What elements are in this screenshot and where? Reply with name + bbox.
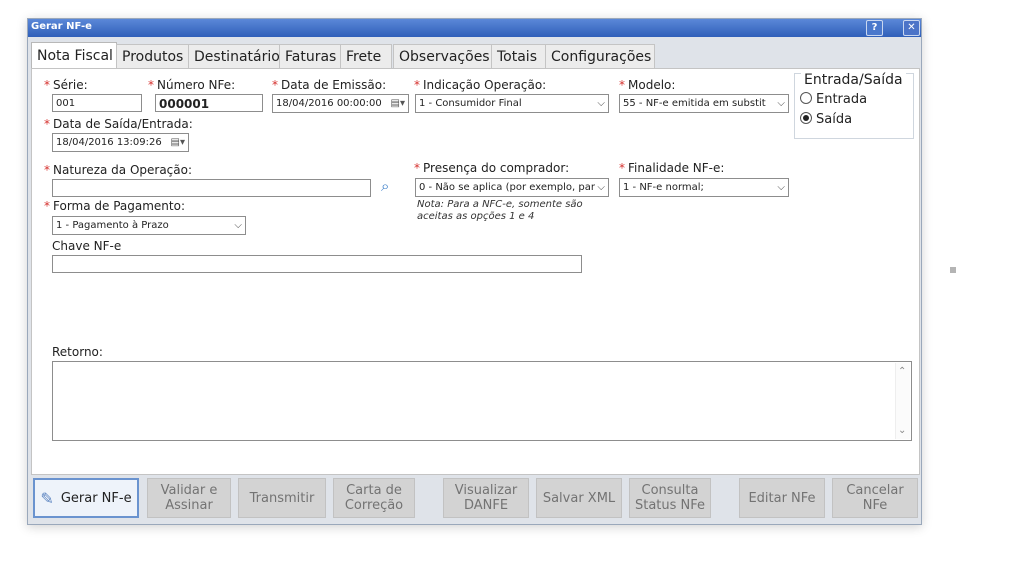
data-saida-value: 18/04/2016 13:09:26 (56, 137, 162, 148)
data-emissao-value: 18/04/2016 00:00:00 (276, 98, 382, 109)
finalidade-select[interactable]: 1 - NF-e normal; ⌵ (619, 178, 789, 197)
tab-observacoes[interactable]: Observações (393, 44, 493, 69)
forma-pagamento-value: 1 - Pagamento à Prazo (56, 220, 169, 231)
calendar-icon[interactable]: ▤▾ (391, 95, 405, 112)
radio-saida[interactable]: Saída (800, 112, 852, 127)
data-emissao-picker[interactable]: 18/04/2016 00:00:00 ▤▾ (272, 94, 409, 113)
modelo-label: * Modelo: (619, 78, 676, 92)
forma-pagamento-label: * Forma de Pagamento: (44, 199, 185, 213)
retorno-textarea[interactable]: ⌃ ⌄ (52, 361, 912, 441)
presenca-note: Nota: Para a NFC-e, somente são aceitas … (417, 199, 583, 222)
modelo-select[interactable]: 55 - NF-e emitida em substit ⌵ (619, 94, 789, 113)
chevron-down-icon: ⌵ (777, 98, 785, 109)
numero-nfe-label: * Número NFe: (148, 78, 236, 92)
chevron-down-icon: ⌵ (777, 182, 785, 193)
natureza-field[interactable] (52, 179, 371, 197)
calendar-icon[interactable]: ▤▾ (171, 134, 185, 151)
search-icon[interactable]: ⌕ (381, 177, 389, 195)
serie-label: * Série: (44, 78, 88, 92)
chevron-down-icon: ⌵ (234, 220, 242, 231)
scroll-down-icon[interactable]: ⌄ (898, 425, 906, 436)
entrada-saida-legend: Entrada/Saída (801, 72, 906, 88)
modelo-value: 55 - NF-e emitida em substit (623, 98, 766, 109)
chave-nfe-field[interactable] (52, 255, 582, 273)
tab-faturas[interactable]: Faturas (279, 44, 342, 69)
visualizar-danfe-button[interactable]: Visualizar DANFE (443, 478, 529, 518)
close-icon[interactable]: ✕ (903, 20, 920, 36)
data-emissao-label: * Data de Emissão: (272, 78, 387, 92)
editar-nfe-button[interactable]: Editar NFe (739, 478, 825, 518)
presenca-select[interactable]: 0 - Não se aplica (por exemplo, par ⌵ (415, 178, 609, 197)
chevron-down-icon: ⌵ (597, 98, 605, 109)
data-saida-label: * Data de Saída/Entrada: (44, 117, 193, 131)
scroll-up-icon[interactable]: ⌃ (898, 366, 906, 377)
chave-nfe-label: Chave NF-e (52, 239, 122, 253)
transmitir-button[interactable]: Transmitir (238, 478, 326, 518)
tab-destinatario[interactable]: Destinatário (188, 44, 281, 69)
indicacao-value: 1 - Consumidor Final (419, 98, 522, 109)
serie-field[interactable]: 001 (52, 94, 142, 112)
indicacao-label: * Indicação Operação: (414, 78, 547, 92)
gerar-nfe-window: Gerar NF-e ? ✕ Nota Fiscal Produtos Dest… (27, 18, 922, 525)
consulta-status-button[interactable]: Consulta Status NFe (629, 478, 711, 518)
invoice-icon: ✎ (40, 488, 54, 508)
tab-frete[interactable]: Frete (340, 44, 392, 69)
title-bar: Gerar NF-e ? ✕ (28, 19, 921, 37)
finalidade-label: * Finalidade NF-e: (619, 161, 725, 175)
data-saida-picker[interactable]: 18/04/2016 13:09:26 ▤▾ (52, 133, 189, 152)
numero-nfe-field[interactable]: 000001 (155, 94, 263, 112)
validar-assinar-button[interactable]: Validar e Assinar (147, 478, 231, 518)
tab-configuracoes[interactable]: Configurações (545, 44, 655, 69)
presenca-label: * Presença do comprador: (414, 161, 570, 175)
tab-totais[interactable]: Totais (491, 44, 547, 69)
nota-fiscal-panel: * Série: 001 * Número NFe: 000001 * Data de… (31, 68, 920, 475)
radio-off-icon (800, 92, 812, 104)
retorno-label: Retorno: (52, 345, 103, 359)
chevron-down-icon: ⌵ (597, 182, 605, 193)
carta-correcao-button[interactable]: Carta de Correção (333, 478, 415, 518)
tab-nota-fiscal[interactable]: Nota Fiscal (31, 42, 117, 70)
radio-on-icon (800, 112, 812, 124)
forma-pagamento-select[interactable]: 1 - Pagamento à Prazo ⌵ (52, 216, 246, 235)
finalidade-value: 1 - NF-e normal; (623, 182, 704, 193)
stray-marker (950, 267, 956, 273)
natureza-label: * Natureza da Operação: (44, 163, 193, 177)
radio-entrada[interactable]: Entrada (800, 92, 867, 107)
presenca-value: 0 - Não se aplica (por exemplo, par (419, 182, 595, 193)
salvar-xml-button[interactable]: Salvar XML (536, 478, 622, 518)
tab-produtos[interactable]: Produtos (116, 44, 190, 69)
indicacao-select[interactable]: 1 - Consumidor Final ⌵ (415, 94, 609, 113)
help-icon[interactable]: ? (866, 20, 883, 36)
window-title: Gerar NF-e (31, 21, 92, 32)
retorno-scrollbar[interactable]: ⌃ ⌄ (895, 363, 910, 439)
cancelar-nfe-button[interactable]: Cancelar NFe (832, 478, 918, 518)
gerar-nfe-button[interactable]: ✎ Gerar NF-e (33, 478, 139, 518)
entrada-saida-group: Entrada/Saída Entrada Saída (794, 72, 914, 139)
